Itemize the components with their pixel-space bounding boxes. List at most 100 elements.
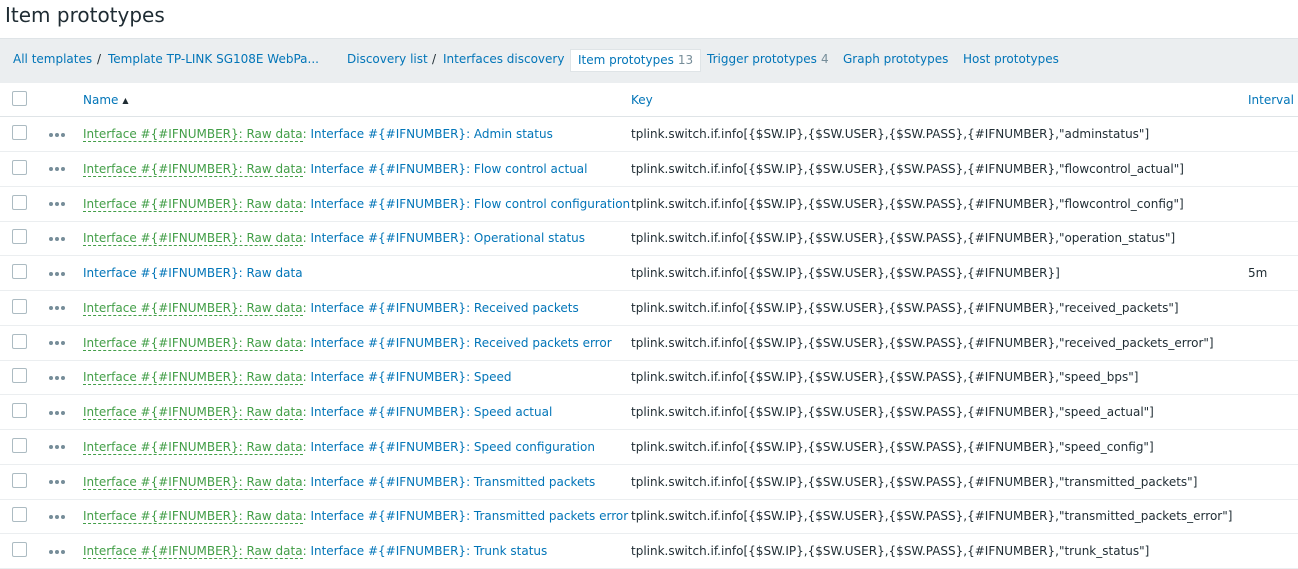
more-dots-icon[interactable] — [48, 395, 66, 429]
tab-graph-prototypes[interactable]: Graph prototypes — [843, 48, 948, 70]
row-checkbox[interactable] — [12, 229, 27, 245]
breadcrumb-separator: / — [97, 52, 102, 66]
nav-discovery-list[interactable]: Discovery list — [347, 48, 428, 70]
table-row: Interface #{#IFNUMBER}: Raw data: Interf… — [0, 187, 1298, 222]
parent-item-link[interactable]: Interface #{#IFNUMBER}: Raw data — [83, 405, 303, 420]
item-name-cell: Interface #{#IFNUMBER}: Raw data — [83, 256, 303, 290]
table-row: Interface #{#IFNUMBER}: Raw data tplink.s… — [0, 256, 1298, 291]
more-dots-icon[interactable] — [48, 499, 66, 533]
breadcrumb-navigation: All templates / Template TP-LINK SG108E … — [0, 38, 1298, 83]
item-name-cell: Interface #{#IFNUMBER}: Raw data: Interf… — [83, 465, 595, 499]
item-key-cell: tplink.switch.if.info[{$SW.IP},{$SW.USER… — [631, 405, 1154, 419]
table-row: Interface #{#IFNUMBER}: Raw data: Interf… — [0, 360, 1298, 396]
tab-trigger-prototypes-label: Trigger prototypes — [707, 52, 817, 66]
nav-template[interactable]: Template TP-LINK SG108E WebPa... — [108, 48, 319, 70]
parent-item-link[interactable]: Interface #{#IFNUMBER}: Raw data — [83, 127, 303, 142]
item-name-cell: Interface #{#IFNUMBER}: Raw data: Interf… — [83, 499, 628, 533]
row-checkbox[interactable] — [12, 437, 27, 453]
item-key-cell: tplink.switch.if.info[{$SW.IP},{$SW.USER… — [631, 196, 1184, 211]
row-checkbox[interactable] — [12, 125, 27, 140]
page-title: Item prototypes — [5, 3, 165, 27]
row-checkbox[interactable] — [12, 194, 27, 210]
item-key-cell: tplink.switch.if.info[{$SW.IP},{$SW.USER… — [631, 266, 1060, 280]
parent-item-link[interactable]: Interface #{#IFNUMBER}: Raw data — [83, 300, 303, 316]
row-checkbox[interactable] — [12, 542, 27, 557]
parent-item-link[interactable]: Interface #{#IFNUMBER}: Raw data — [83, 509, 303, 525]
item-prototype-link[interactable]: Interface #{#IFNUMBER}: Raw data — [83, 266, 303, 280]
select-all-checkbox[interactable] — [12, 91, 27, 106]
parent-item-link[interactable]: Interface #{#IFNUMBER}: Raw data — [83, 335, 303, 351]
tab-item-prototypes[interactable]: Item prototypes 13 — [570, 49, 702, 72]
item-prototype-link[interactable]: Interface #{#IFNUMBER}: Trunk status — [310, 544, 547, 558]
item-name-cell: Interface #{#IFNUMBER}: Raw data: Interf… — [83, 534, 547, 568]
table-row: Interface #{#IFNUMBER}: Raw data: Interf… — [0, 534, 1298, 569]
item-prototype-link[interactable]: Interface #{#IFNUMBER}: Speed configurat… — [310, 440, 595, 454]
nav-all-templates[interactable]: All templates — [13, 48, 92, 70]
tab-item-prototypes-count: 13 — [677, 53, 694, 67]
item-prototype-link[interactable]: Interface #{#IFNUMBER}: Received packets… — [310, 336, 611, 350]
row-checkbox[interactable] — [12, 507, 27, 523]
more-dots-icon[interactable] — [48, 117, 66, 151]
more-dots-icon[interactable] — [48, 430, 66, 464]
row-checkbox[interactable] — [12, 368, 27, 384]
breadcrumb-separator: / — [432, 52, 437, 66]
item-prototype-link[interactable]: Interface #{#IFNUMBER}: Admin status — [310, 127, 552, 141]
parent-item-link[interactable]: Interface #{#IFNUMBER}: Raw data — [83, 161, 303, 177]
row-checkbox[interactable] — [12, 403, 27, 418]
item-prototype-link[interactable]: Interface #{#IFNUMBER}: Transmitted pack… — [310, 475, 595, 489]
more-dots-icon[interactable] — [48, 152, 66, 186]
parent-item-link[interactable]: Interface #{#IFNUMBER}: Raw data — [83, 231, 303, 247]
row-checkbox[interactable] — [12, 333, 27, 349]
parent-item-link[interactable]: Interface #{#IFNUMBER}: Raw data — [83, 439, 303, 455]
item-prototype-link[interactable]: Interface #{#IFNUMBER}: Speed actual — [310, 405, 552, 419]
more-dots-icon[interactable] — [48, 221, 66, 255]
table-row: Interface #{#IFNUMBER}: Raw data: Interf… — [0, 395, 1298, 430]
item-name-cell: Interface #{#IFNUMBER}: Raw data: Interf… — [83, 291, 579, 325]
table-row: Interface #{#IFNUMBER}: Raw data: Interf… — [0, 221, 1298, 257]
item-prototype-link[interactable]: Interface #{#IFNUMBER}: Speed — [310, 370, 511, 384]
item-prototype-link[interactable]: Interface #{#IFNUMBER}: Transmitted pack… — [310, 509, 628, 523]
column-header-name-label: Name — [83, 93, 119, 107]
tab-trigger-prototypes[interactable]: Trigger prototypes 4 — [707, 48, 829, 70]
parent-item-link[interactable]: Interface #{#IFNUMBER}: Raw data — [83, 196, 303, 212]
table-row: Interface #{#IFNUMBER}: Raw data: Interf… — [0, 152, 1298, 187]
item-key-cell: tplink.switch.if.info[{$SW.IP},{$SW.USER… — [631, 127, 1150, 141]
item-name-cell: Interface #{#IFNUMBER}: Raw data: Interf… — [83, 360, 512, 394]
more-dots-icon[interactable] — [48, 534, 66, 568]
tab-host-prototypes[interactable]: Host prototypes — [963, 48, 1059, 70]
table-header: Name ▲ Key Interval — [0, 83, 1298, 117]
row-checkbox[interactable] — [12, 472, 27, 488]
item-key-cell: tplink.switch.if.info[{$SW.IP},{$SW.USER… — [631, 544, 1150, 558]
item-key-cell: tplink.switch.if.info[{$SW.IP},{$SW.USER… — [631, 161, 1184, 176]
item-prototype-link[interactable]: Interface #{#IFNUMBER}: Flow control act… — [310, 162, 587, 176]
parent-item-link[interactable]: Interface #{#IFNUMBER}: Raw data — [83, 370, 303, 386]
item-key-cell: tplink.switch.if.info[{$SW.IP},{$SW.USER… — [631, 300, 1179, 315]
table-row: Interface #{#IFNUMBER}: Raw data: Interf… — [0, 465, 1298, 500]
parent-item-link[interactable]: Interface #{#IFNUMBER}: Raw data — [83, 474, 303, 490]
table-row: Interface #{#IFNUMBER}: Raw data: Interf… — [0, 499, 1298, 535]
row-checkbox[interactable] — [12, 298, 27, 314]
tab-item-prototypes-label: Item prototypes — [578, 53, 674, 67]
item-name-cell: Interface #{#IFNUMBER}: Raw data: Interf… — [83, 152, 588, 186]
item-prototype-link[interactable]: Interface #{#IFNUMBER}: Flow control con… — [310, 197, 630, 211]
item-key-cell: tplink.switch.if.info[{$SW.IP},{$SW.USER… — [631, 335, 1214, 350]
parent-item-link[interactable]: Interface #{#IFNUMBER}: Raw data — [83, 544, 303, 559]
more-dots-icon[interactable] — [48, 291, 66, 325]
item-prototype-link[interactable]: Interface #{#IFNUMBER}: Received packets — [310, 301, 578, 315]
item-key-cell: tplink.switch.if.info[{$SW.IP},{$SW.USER… — [631, 231, 1176, 246]
more-dots-icon[interactable] — [48, 326, 66, 360]
nav-discovery-rule[interactable]: Interfaces discovery — [443, 48, 564, 70]
more-dots-icon[interactable] — [48, 360, 66, 394]
table-row: Interface #{#IFNUMBER}: Raw data: Interf… — [0, 291, 1298, 326]
item-prototype-link[interactable]: Interface #{#IFNUMBER}: Operational stat… — [310, 231, 585, 245]
more-dots-icon[interactable] — [48, 187, 66, 221]
more-dots-icon[interactable] — [48, 256, 66, 290]
sort-ascending-icon: ▲ — [122, 95, 129, 105]
more-dots-icon[interactable] — [48, 465, 66, 499]
row-checkbox[interactable] — [12, 159, 27, 175]
item-key-cell: tplink.switch.if.info[{$SW.IP},{$SW.USER… — [631, 370, 1139, 385]
column-header-interval[interactable]: Interval — [1248, 83, 1294, 117]
row-checkbox[interactable] — [12, 264, 27, 279]
column-header-key[interactable]: Key — [631, 83, 653, 117]
column-header-name[interactable]: Name ▲ — [83, 83, 129, 117]
